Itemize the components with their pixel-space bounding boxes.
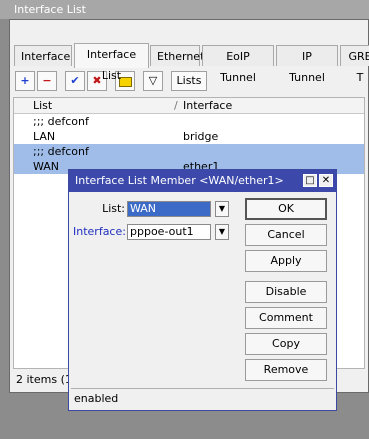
interface-dropdown-icon[interactable]: ▼ bbox=[215, 224, 229, 240]
row-comment: ;;; defconf bbox=[33, 115, 89, 128]
ok-button[interactable]: OK bbox=[245, 198, 327, 220]
filter-icon[interactable]: ▽ bbox=[143, 71, 163, 91]
row-interface: bridge bbox=[183, 130, 219, 143]
toolbar: + − ✔ ✖ ▽ Lists bbox=[12, 69, 369, 95]
sort-icon: / bbox=[174, 99, 178, 112]
table-row[interactable]: ;;; defconf bbox=[14, 144, 364, 159]
interface-list-member-dialog: Interface List Member <WAN/ether1> □ ✕ L… bbox=[68, 169, 337, 411]
tab-eoip-tunnel[interactable]: EoIP Tunnel bbox=[202, 45, 274, 84]
column-list[interactable]: List bbox=[33, 99, 52, 112]
table-row[interactable]: LAN bridge bbox=[14, 129, 364, 144]
enable-check-icon[interactable]: ✔ bbox=[65, 71, 85, 91]
tab-ip-tunnel[interactable]: IP Tunnel bbox=[276, 45, 338, 84]
apply-button[interactable]: Apply bbox=[245, 250, 327, 272]
list-select[interactable]: WAN bbox=[127, 201, 211, 217]
copy-button[interactable]: Copy bbox=[245, 333, 327, 355]
tab-interface-list[interactable]: Interface List bbox=[74, 43, 149, 82]
remove-icon[interactable]: − bbox=[37, 71, 57, 91]
cancel-button[interactable]: Cancel bbox=[245, 224, 327, 246]
lists-button[interactable]: Lists bbox=[171, 71, 207, 91]
list-dropdown-icon[interactable]: ▼ bbox=[215, 201, 229, 217]
remove-button[interactable]: Remove bbox=[245, 359, 327, 381]
tab-gre-tunnel[interactable]: GRE T bbox=[340, 45, 369, 84]
disable-button[interactable]: Disable bbox=[245, 281, 327, 303]
table-row[interactable]: ;;; defconf bbox=[14, 114, 364, 129]
row-list: WAN bbox=[33, 160, 60, 173]
maximize-icon[interactable]: □ bbox=[303, 174, 317, 187]
row-comment: ;;; defconf bbox=[33, 145, 89, 158]
add-icon[interactable]: + bbox=[15, 71, 35, 91]
tab-bar: Interface Interface List Ethernet EoIP T… bbox=[12, 43, 369, 84]
row-list: LAN bbox=[33, 130, 56, 143]
window-title: Interface List bbox=[0, 0, 369, 19]
interface-label: Interface: bbox=[73, 225, 126, 238]
dialog-status: enabled bbox=[71, 388, 334, 408]
column-interface[interactable]: Interface bbox=[183, 99, 232, 112]
list-label: List: bbox=[102, 202, 125, 215]
comment-button[interactable]: Comment bbox=[245, 307, 327, 329]
dialog-title: Interface List Member <WAN/ether1> bbox=[69, 170, 336, 192]
table-header: List / Interface bbox=[14, 98, 364, 114]
interface-select[interactable]: pppoe-out1 bbox=[127, 224, 211, 240]
close-icon[interactable]: ✕ bbox=[319, 174, 333, 187]
tab-ethernet[interactable]: Ethernet bbox=[150, 45, 204, 66]
tab-interface[interactable]: Interface bbox=[14, 45, 72, 66]
